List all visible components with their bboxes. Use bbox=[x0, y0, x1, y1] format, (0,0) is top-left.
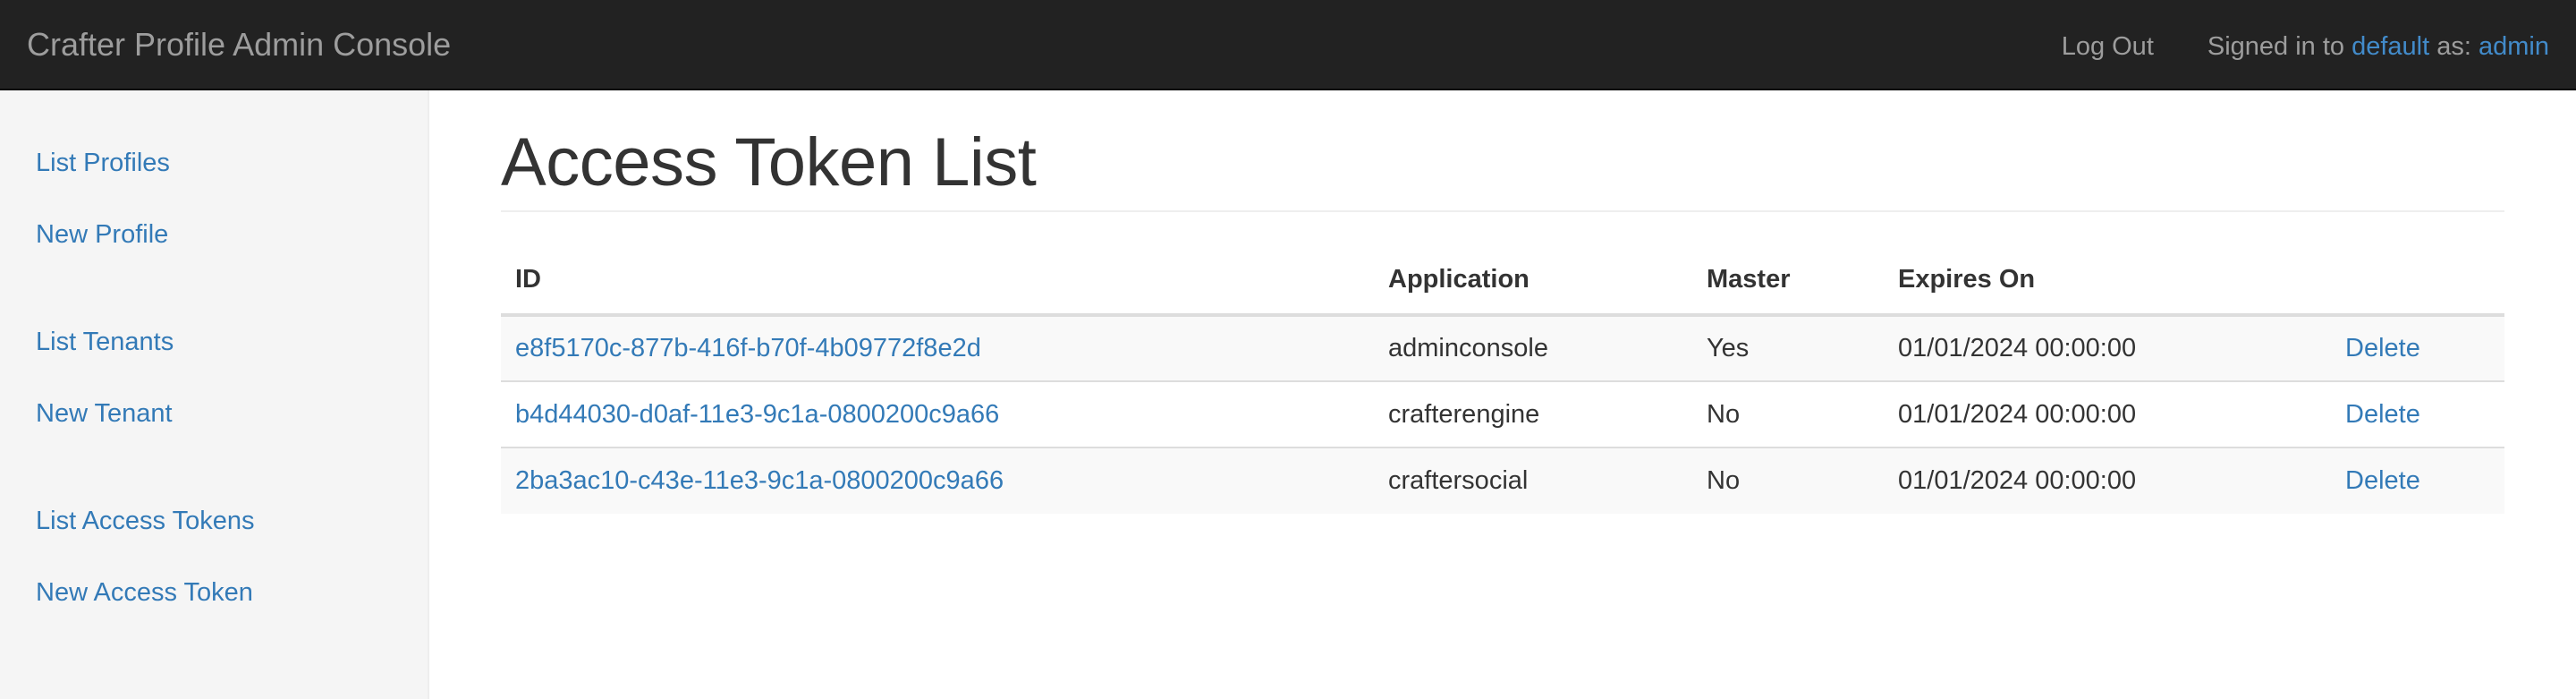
signed-in-status: Signed in to default as: admin bbox=[2207, 32, 2549, 62]
column-header-master: Master bbox=[1692, 246, 1884, 317]
cell-application: craftersocial bbox=[1374, 447, 1692, 514]
cell-master: No bbox=[1692, 447, 1884, 514]
username-link[interactable]: admin bbox=[2479, 32, 2549, 61]
sidebar-item-list-tenants[interactable]: List Tenants bbox=[36, 326, 174, 358]
token-id-link[interactable]: b4d44030-d0af-11e3-9c1a-0800200c9a66 bbox=[515, 400, 999, 429]
sidebar: List Profiles New Profile List Tenants N… bbox=[0, 90, 429, 699]
cell-expires-on: 01/01/2024 00:00:00 bbox=[1884, 447, 2331, 514]
cell-actions: Delete bbox=[2331, 380, 2504, 448]
column-header-actions bbox=[2331, 246, 2504, 317]
page-title: Access Token List bbox=[501, 124, 1037, 200]
top-navbar: Crafter Profile Admin Console Log Out Si… bbox=[0, 0, 2576, 90]
sidebar-item-new-access-token[interactable]: New Access Token bbox=[36, 576, 253, 609]
sidebar-item-list-access-tokens[interactable]: List Access Tokens bbox=[36, 505, 254, 537]
logout-link[interactable]: Log Out bbox=[2062, 32, 2154, 62]
cell-expires-on: 01/01/2024 00:00:00 bbox=[1884, 380, 2331, 448]
delete-link[interactable]: Delete bbox=[2345, 334, 2420, 362]
sidebar-item-new-tenant[interactable]: New Tenant bbox=[36, 397, 173, 430]
table-header-row: ID Application Master Expires On bbox=[501, 246, 2504, 317]
signed-in-middle: as: bbox=[2429, 31, 2479, 61]
tenant-link[interactable]: default bbox=[2351, 32, 2429, 61]
cell-expires-on: 01/01/2024 00:00:00 bbox=[1884, 315, 2331, 381]
cell-master: No bbox=[1692, 380, 1884, 448]
brand-link[interactable]: Crafter Profile Admin Console bbox=[27, 25, 451, 64]
cell-id: 2ba3ac10-c43e-11e3-9c1a-0800200c9a66 bbox=[501, 447, 1374, 514]
table-row: e8f5170c-877b-416f-b70f-4b09772f8e2d adm… bbox=[501, 315, 2504, 381]
navbar-right: Log Out Signed in to default as: admin bbox=[2062, 27, 2549, 66]
column-header-application: Application bbox=[1374, 246, 1692, 317]
access-token-table: ID Application Master Expires On e8f5170… bbox=[501, 246, 2504, 514]
delete-link[interactable]: Delete bbox=[2345, 466, 2420, 495]
column-header-expires-on: Expires On bbox=[1884, 246, 2331, 317]
column-header-id: ID bbox=[501, 246, 1374, 317]
delete-link[interactable]: Delete bbox=[2345, 400, 2420, 429]
cell-actions: Delete bbox=[2331, 315, 2504, 381]
table-row: b4d44030-d0af-11e3-9c1a-0800200c9a66 cra… bbox=[501, 380, 2504, 448]
cell-application: crafterengine bbox=[1374, 380, 1692, 448]
table-row: 2ba3ac10-c43e-11e3-9c1a-0800200c9a66 cra… bbox=[501, 447, 2504, 514]
cell-application: adminconsole bbox=[1374, 315, 1692, 381]
cell-master: Yes bbox=[1692, 315, 1884, 381]
signed-in-prefix: Signed in to bbox=[2207, 31, 2352, 61]
cell-actions: Delete bbox=[2331, 447, 2504, 514]
sidebar-item-new-profile[interactable]: New Profile bbox=[36, 218, 168, 251]
token-id-link[interactable]: e8f5170c-877b-416f-b70f-4b09772f8e2d bbox=[515, 334, 981, 362]
cell-id: b4d44030-d0af-11e3-9c1a-0800200c9a66 bbox=[501, 380, 1374, 448]
title-divider bbox=[501, 210, 2504, 212]
token-id-link[interactable]: 2ba3ac10-c43e-11e3-9c1a-0800200c9a66 bbox=[515, 466, 1004, 495]
sidebar-item-list-profiles[interactable]: List Profiles bbox=[36, 147, 170, 179]
cell-id: e8f5170c-877b-416f-b70f-4b09772f8e2d bbox=[501, 315, 1374, 381]
